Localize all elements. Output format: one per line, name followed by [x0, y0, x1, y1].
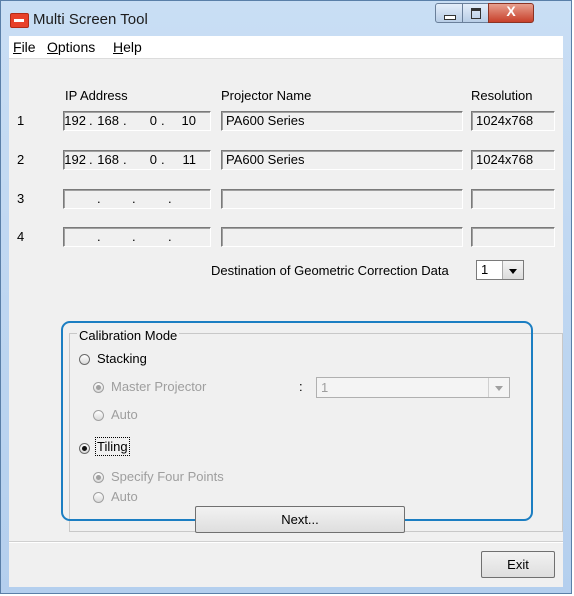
- resolution-field[interactable]: 1024x768: [471, 111, 555, 131]
- ip-dot: .: [97, 191, 101, 206]
- menu-file-accel: F: [13, 39, 22, 55]
- ip-octet: 0: [149, 113, 157, 128]
- destination-value: 1: [481, 262, 489, 277]
- maximize-button[interactable]: [462, 3, 489, 23]
- app-icon: [10, 13, 29, 28]
- row-number: 3: [17, 191, 25, 206]
- header-projector-name: Projector Name: [221, 88, 312, 103]
- menu-help-accel: H: [113, 39, 124, 55]
- separator: [9, 541, 563, 543]
- exit-button[interactable]: Exit: [481, 551, 555, 578]
- ip-dot: .: [161, 113, 165, 128]
- ip-dot: .: [123, 113, 127, 128]
- ip-dot: .: [168, 229, 172, 244]
- ip-address-field[interactable]: . . .: [63, 189, 211, 209]
- projector-name-field[interactable]: [221, 227, 463, 247]
- ip-address-field[interactable]: . . .: [63, 227, 211, 247]
- title-bar[interactable]: Multi Screen Tool X: [1, 1, 571, 36]
- menu-bar: File Options Help: [9, 36, 563, 59]
- close-button[interactable]: X: [488, 3, 534, 23]
- projector-name-field[interactable]: PA600 Series: [221, 150, 463, 170]
- resolution-field[interactable]: [471, 189, 555, 209]
- ip-octet: 192: [64, 113, 86, 128]
- header-resolution: Resolution: [471, 88, 533, 103]
- ip-octet: 0: [149, 152, 157, 167]
- ip-dot: .: [168, 191, 172, 206]
- ip-dot: .: [161, 152, 165, 167]
- header-ip-address: IP Address: [65, 88, 128, 103]
- row-number: 1: [17, 113, 25, 128]
- menu-file[interactable]: File: [13, 39, 36, 55]
- dropdown-arrow-icon[interactable]: [502, 261, 523, 279]
- client-area: File Options Help IP Address Projector N…: [9, 36, 563, 587]
- ip-dot: .: [89, 113, 93, 128]
- minimize-button[interactable]: [435, 3, 463, 23]
- menu-help[interactable]: Help: [113, 39, 142, 55]
- calibration-highlight-frame: [61, 321, 533, 521]
- main-window: Multi Screen Tool X File Options Help IP…: [0, 0, 572, 594]
- projector-name-field[interactable]: PA600 Series: [221, 111, 463, 131]
- ip-dot: .: [89, 152, 93, 167]
- window-title: Multi Screen Tool: [33, 11, 148, 28]
- ip-octet: 11: [182, 152, 197, 167]
- next-button[interactable]: Next...: [195, 506, 405, 533]
- ip-octet: 10: [181, 113, 196, 128]
- ip-octet: 192: [64, 152, 86, 167]
- menu-options-label: ptions: [57, 39, 96, 55]
- ip-address-field[interactable]: 192. 168. 0. 11: [63, 150, 211, 170]
- close-icon: X: [506, 3, 516, 19]
- ip-octet: 168: [97, 113, 119, 128]
- resolution-field[interactable]: 1024x768: [471, 150, 555, 170]
- row-number: 4: [17, 229, 25, 244]
- resolution-field[interactable]: [471, 227, 555, 247]
- ip-address-field[interactable]: 192. 168. 0. 10: [63, 111, 211, 131]
- menu-file-label: ile: [21, 39, 36, 55]
- destination-select[interactable]: 1: [476, 260, 524, 280]
- ip-octet: 168: [97, 152, 119, 167]
- row-number: 2: [17, 152, 25, 167]
- ip-dot: .: [123, 152, 127, 167]
- menu-options-accel: O: [47, 39, 58, 55]
- ip-dot: .: [132, 191, 136, 206]
- projector-name-field[interactable]: [221, 189, 463, 209]
- menu-help-label: elp: [123, 39, 142, 55]
- destination-label: Destination of Geometric Correction Data: [211, 263, 449, 278]
- ip-dot: .: [132, 229, 136, 244]
- menu-options[interactable]: Options: [47, 39, 95, 55]
- ip-dot: .: [97, 229, 101, 244]
